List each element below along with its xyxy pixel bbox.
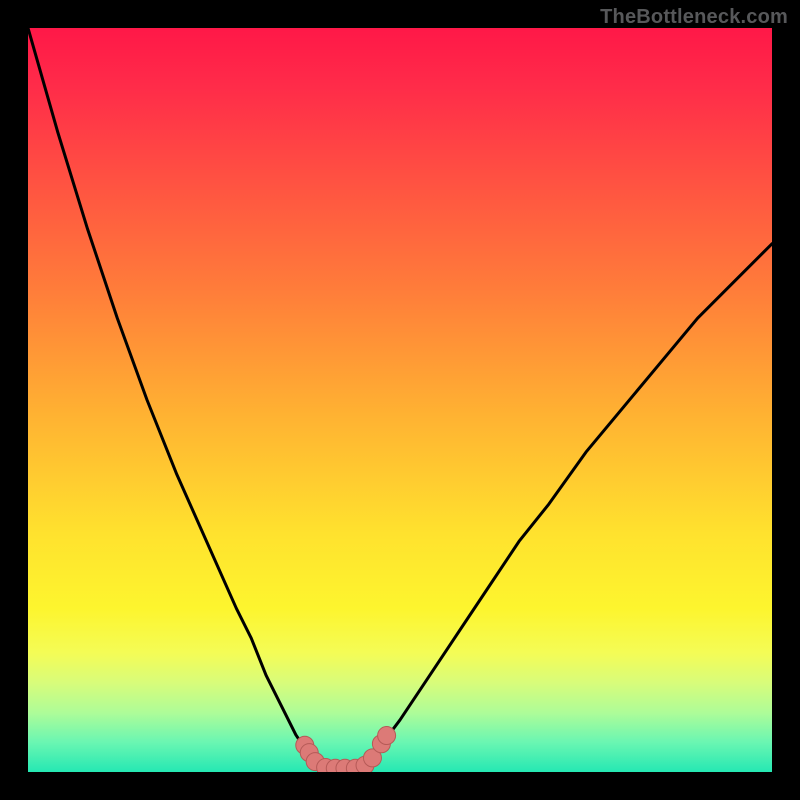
bottleneck-curve (28, 28, 772, 772)
plot-area (28, 28, 772, 772)
watermark-text: TheBottleneck.com (600, 6, 788, 29)
chart-svg (28, 28, 772, 772)
data-marker (378, 727, 396, 745)
chart-frame: TheBottleneck.com (0, 0, 800, 800)
